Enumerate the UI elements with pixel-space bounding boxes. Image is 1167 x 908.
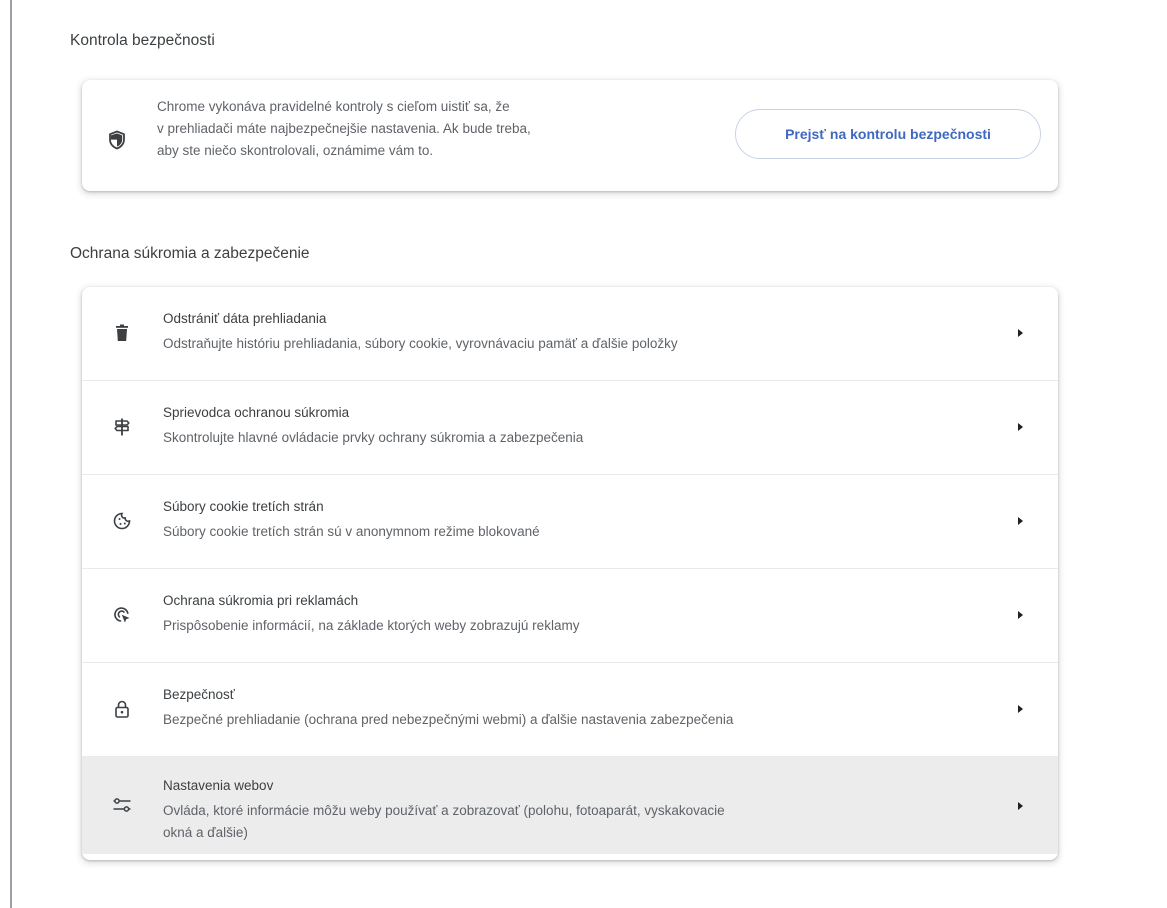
safety-check-description-line: v prehliadači máte najbezpečnejšie nasta… [157, 121, 531, 136]
row-subtitle: Skontrolujte hlavné ovládacie prvky ochr… [163, 430, 584, 445]
row-title: Ochrana súkromia pri reklamách [163, 593, 359, 608]
ad-privacy-icon [114, 607, 130, 623]
privacy-guide-icon [114, 418, 130, 436]
row-subtitle: Odstraňujte históriu prehliadania, súbor… [163, 336, 678, 351]
privacy-security-card: Odstrániť dáta prehliadania Odstraňujte … [82, 287, 1058, 860]
site-settings-row[interactable]: Nastavenia webov Ovláda, ktoré informáci… [82, 757, 1058, 854]
privacy-section-title: Ochrana súkromia a zabezpečenie [70, 245, 310, 262]
safety-check-section-title: Kontrola bezpečnosti [70, 32, 215, 49]
settings-page: Kontrola bezpečnosti Chrome vykonáva pra… [0, 0, 1167, 908]
cookie-icon [113, 512, 131, 530]
security-row[interactable]: Bezpečnosť Bezpečné prehliadanie (ochran… [82, 663, 1058, 757]
safety-check-card: Chrome vykonáva pravidelné kontroly s ci… [82, 80, 1058, 191]
left-divider [10, 0, 12, 908]
row-text: Sprievodca ochranou súkromia Skontrolujt… [163, 403, 963, 449]
site-settings-icon [113, 798, 131, 812]
row-title: Odstrániť dáta prehliadania [163, 311, 327, 326]
row-subtitle-line: okná a ďalšie) [163, 825, 248, 840]
row-text: Bezpečnosť Bezpečné prehliadanie (ochran… [163, 685, 963, 731]
row-text: Súbory cookie tretích strán Súbory cooki… [163, 497, 963, 543]
clear-browsing-data-row[interactable]: Odstrániť dáta prehliadania Odstraňujte … [82, 287, 1058, 381]
row-title: Súbory cookie tretích strán [163, 499, 324, 514]
safety-check-description-line: aby ste niečo skontrolovali, oznámime vá… [157, 143, 434, 158]
row-subtitle: Bezpečné prehliadanie (ochrana pred nebe… [163, 712, 734, 727]
safety-check-description-line: Chrome vykonáva pravidelné kontroly s ci… [157, 99, 510, 114]
row-title: Nastavenia webov [163, 778, 274, 793]
go-to-safety-check-button[interactable]: Prejsť na kontrolu bezpečnosti [735, 109, 1041, 159]
trash-icon [116, 324, 128, 341]
shield-icon [109, 130, 125, 150]
arrow-right-icon [1018, 329, 1023, 337]
arrow-right-icon [1018, 705, 1023, 713]
row-subtitle: Prispôsobenie informácií, na základe kto… [163, 618, 580, 633]
row-title: Sprievodca ochranou súkromia [163, 405, 350, 420]
ad-privacy-row[interactable]: Ochrana súkromia pri reklamách Prispôsob… [82, 569, 1058, 663]
arrow-right-icon [1018, 611, 1023, 619]
lock-icon [115, 700, 129, 718]
privacy-guide-row[interactable]: Sprievodca ochranou súkromia Skontrolujt… [82, 381, 1058, 475]
row-subtitle: Súbory cookie tretích strán sú v anonymn… [163, 524, 540, 539]
row-title: Bezpečnosť [163, 687, 235, 702]
arrow-right-icon [1018, 802, 1023, 810]
arrow-right-icon [1018, 423, 1023, 431]
row-text: Nastavenia webov Ovláda, ktoré informáci… [163, 776, 963, 844]
row-subtitle-line: Ovláda, ktoré informácie môžu weby použí… [163, 803, 725, 818]
row-text: Ochrana súkromia pri reklamách Prispôsob… [163, 591, 963, 637]
row-text: Odstrániť dáta prehliadania Odstraňujte … [163, 309, 963, 355]
arrow-right-icon [1018, 517, 1023, 525]
third-party-cookies-row[interactable]: Súbory cookie tretích strán Súbory cooki… [82, 475, 1058, 569]
safety-check-description: Chrome vykonáva pravidelné kontroly s ci… [157, 96, 717, 162]
